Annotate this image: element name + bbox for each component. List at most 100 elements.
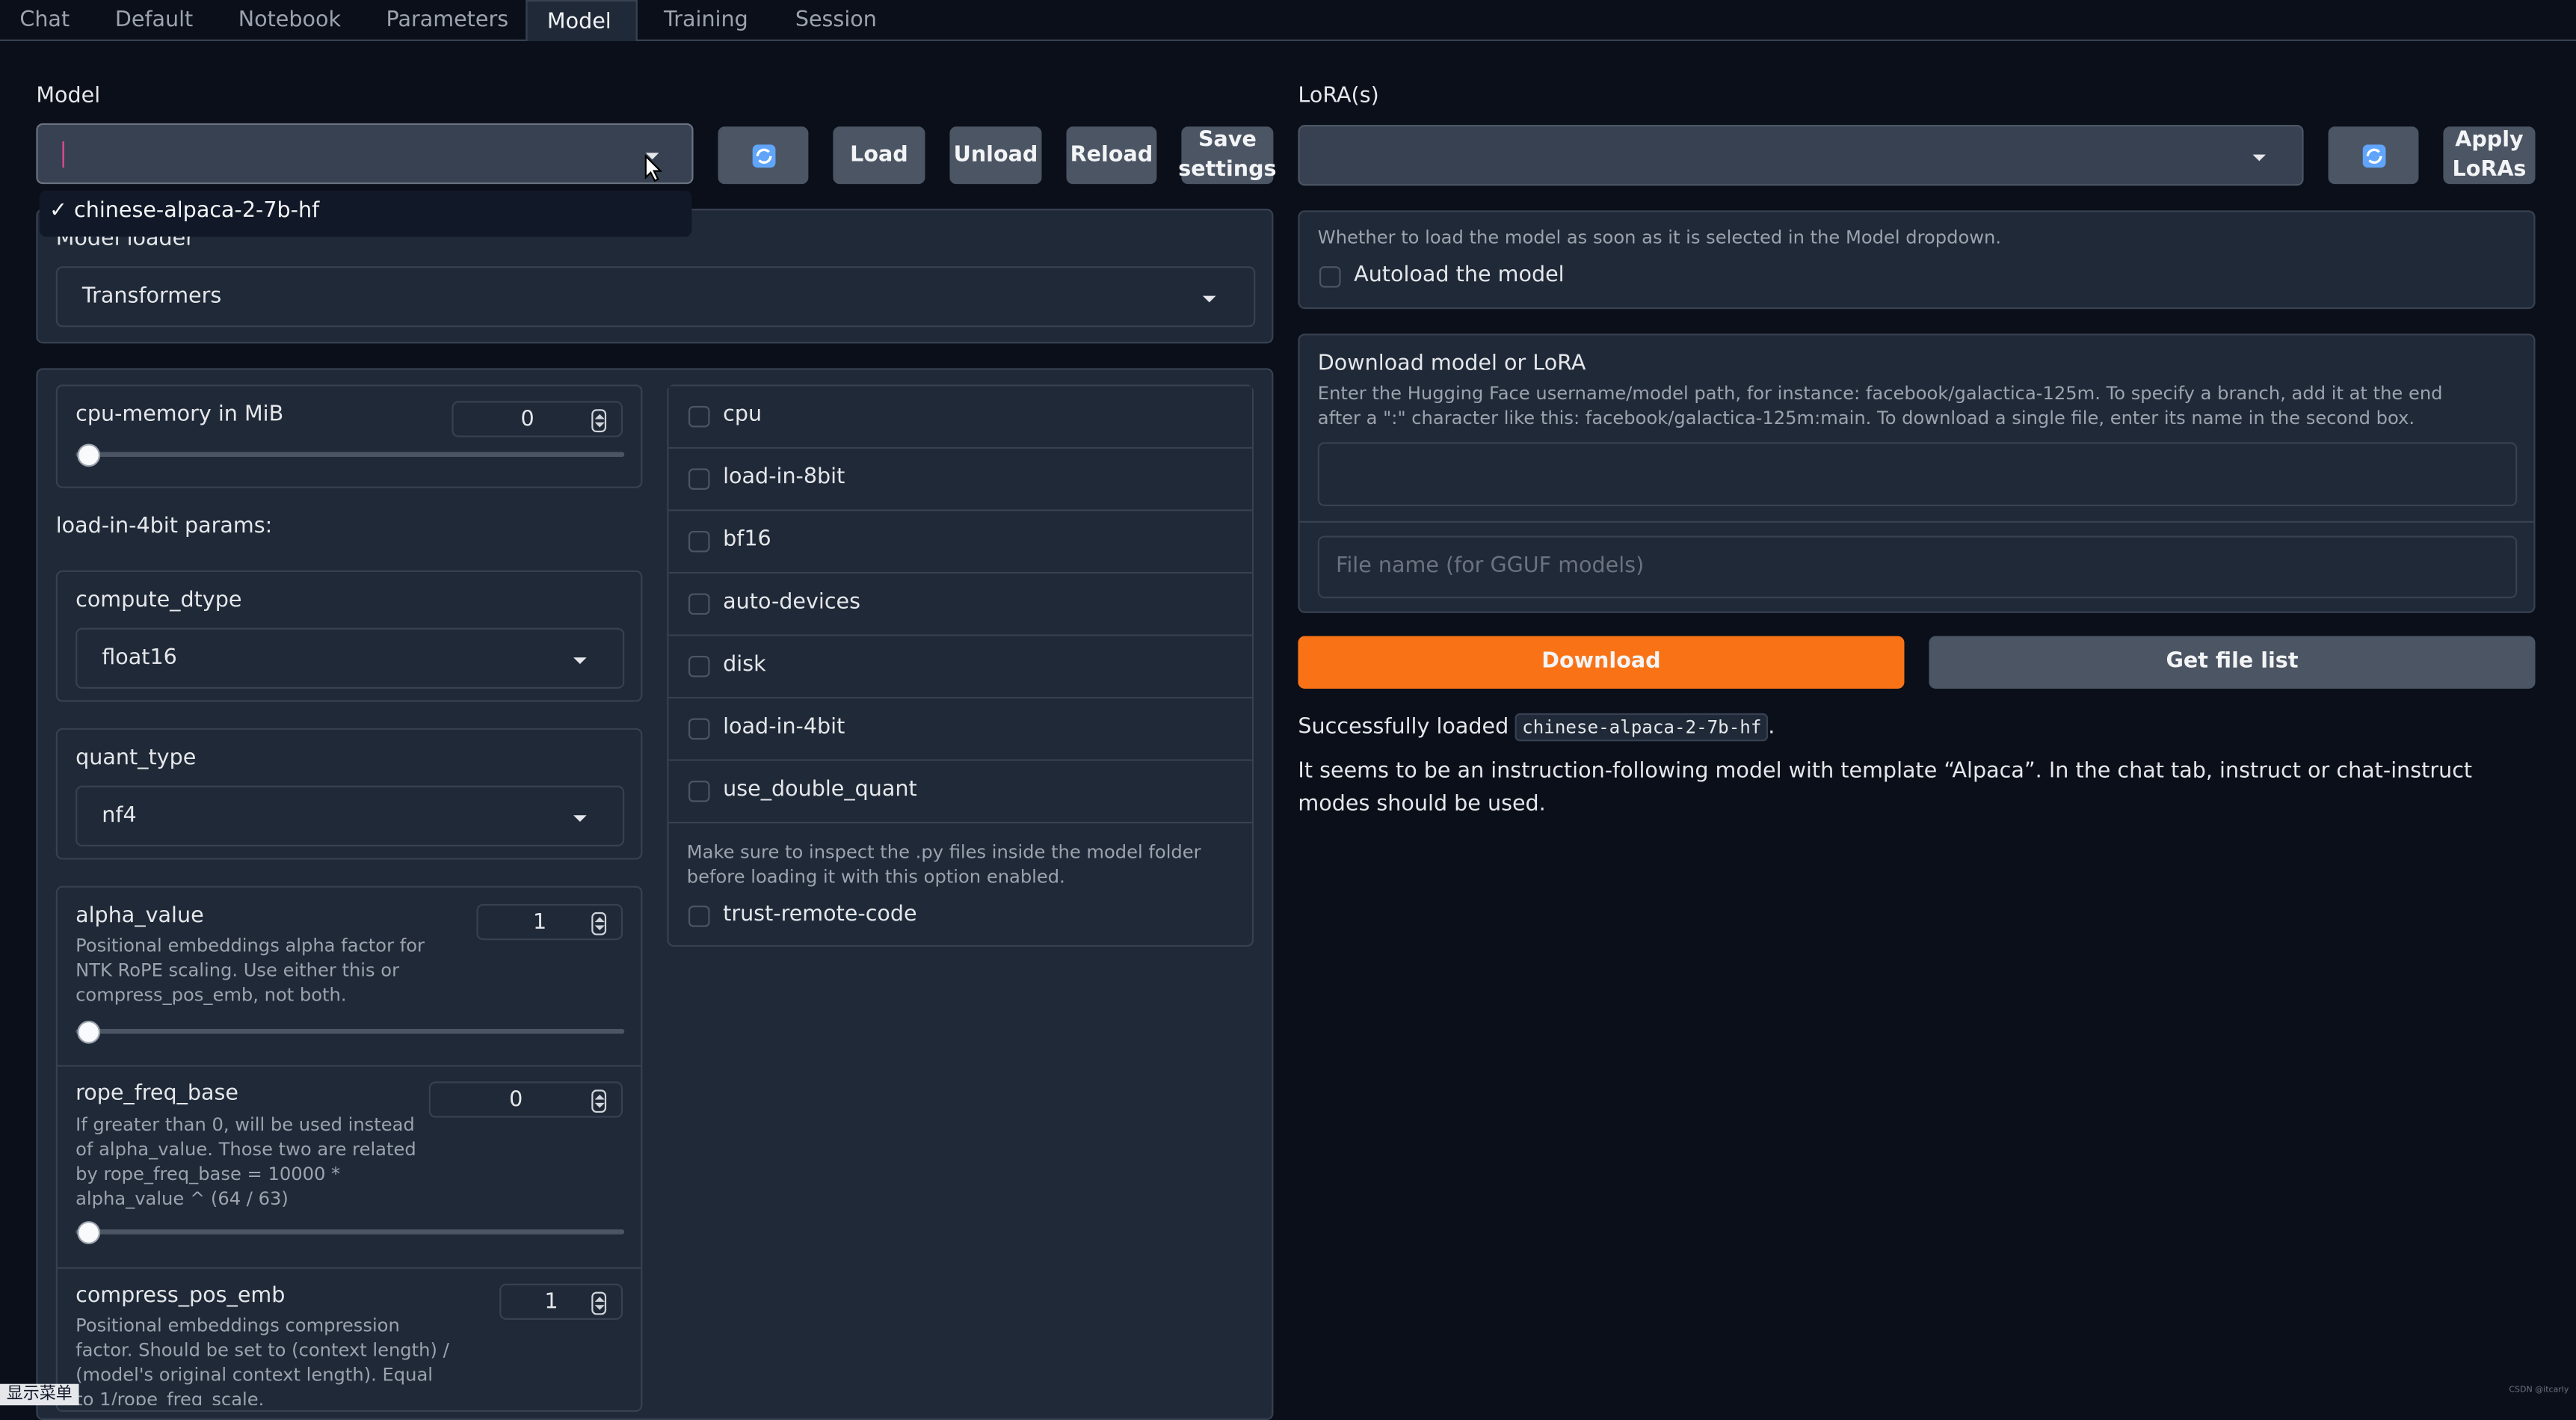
checkbox-row-cpu[interactable]: cpu <box>668 386 1252 449</box>
status-prefix: Successfully loaded <box>1298 715 1509 740</box>
compress-pos-emb-input[interactable]: 1 <box>499 1283 623 1320</box>
checkbox-trust-remote-code[interactable] <box>688 906 710 927</box>
alpha-value-label: alpha_value <box>76 903 204 929</box>
checkbox-cpu[interactable] <box>688 405 710 428</box>
rope-freq-base-slider[interactable] <box>76 1229 625 1235</box>
model-loader-select[interactable]: Transformers <box>55 266 1256 328</box>
apply-loras-button[interactable]: Apply LoRAs <box>2443 126 2536 185</box>
refresh-icon <box>2361 144 2385 167</box>
model-dropdown-overlay: ✓ chinese-alpaca-2-7b-hf <box>39 190 692 237</box>
cpu-memory-value: 0 <box>520 408 534 433</box>
checkbox-use-double-quant[interactable] <box>688 781 710 802</box>
checkbox-label: use_double_quant <box>723 777 917 802</box>
load-button[interactable]: Load <box>833 126 925 185</box>
checkbox-row-load-in-8bit[interactable]: load-in-8bit <box>668 449 1252 511</box>
get-file-list-button[interactable]: Get file list <box>1929 636 2536 689</box>
dropdown-option-chinese-alpaca[interactable]: ✓ chinese-alpaca-2-7b-hf <box>49 199 319 224</box>
cpu-memory-input[interactable]: 0 <box>452 401 623 437</box>
slider-thumb[interactable] <box>77 1020 101 1044</box>
file-name-placeholder: File name (for GGUF models) <box>1335 553 1645 579</box>
model-select[interactable] <box>36 123 694 185</box>
unload-button[interactable]: Unload <box>949 126 1042 185</box>
divider <box>57 1267 641 1269</box>
checkbox-row-use-double-quant[interactable]: use_double_quant <box>668 760 1252 824</box>
quant-type-select[interactable]: nf4 <box>76 785 625 846</box>
rope-freq-base-input[interactable]: 0 <box>428 1081 623 1118</box>
lora-select[interactable] <box>1298 125 2304 186</box>
refresh-icon <box>751 144 775 167</box>
tab-default[interactable]: Default <box>95 0 212 41</box>
checkbox-label: auto-devices <box>723 590 861 615</box>
slider-thumb[interactable] <box>77 1221 101 1244</box>
cpu-memory-slider[interactable] <box>76 452 625 458</box>
quant-type-block: quant_type nf4 <box>55 728 643 860</box>
compute-dtype-value: float16 <box>102 645 177 671</box>
checkbox-row-bf16[interactable]: bf16 <box>668 511 1252 574</box>
spinner-icon[interactable] <box>591 1291 607 1315</box>
watermark: CSDN @itcarly <box>2509 1385 2569 1396</box>
quant-type-label: quant_type <box>76 746 197 771</box>
alpha-value-value: 1 <box>532 910 547 935</box>
checkbox-row-disk[interactable]: disk <box>668 636 1252 699</box>
checkbox-auto-devices[interactable] <box>688 593 710 615</box>
checkbox-bf16[interactable] <box>688 530 710 553</box>
divider <box>57 1065 641 1067</box>
alpha-value-desc: Positional embeddings alpha factor for N… <box>76 935 425 1006</box>
rope-freq-base-label: rope_freq_base <box>76 1081 239 1107</box>
chevron-down-icon <box>1202 295 1216 303</box>
four-bit-params-label: load-in-4bit params: <box>55 514 273 539</box>
rope-freq-base-desc: If greater than 0, will be used instead … <box>76 1114 416 1210</box>
check-icon: ✓ <box>49 198 67 224</box>
tab-training[interactable]: Training <box>644 0 768 41</box>
lora-refresh-button[interactable] <box>2328 126 2419 185</box>
cpu-memory-block: cpu-memory in MiB 0 <box>55 384 643 488</box>
quant-type-value: nf4 <box>102 803 137 829</box>
lora-label: LoRA(s) <box>1298 84 1379 109</box>
compress-pos-emb-label: compress_pos_emb <box>76 1283 286 1309</box>
show-menu-button[interactable]: 显示菜单 <box>0 1383 79 1406</box>
alpha-value-slider[interactable] <box>76 1028 625 1034</box>
checkbox-load-in-4bit[interactable] <box>688 718 710 740</box>
alpha-value-input[interactable]: 1 <box>476 903 623 941</box>
model-loader-value: Transformers <box>81 284 222 310</box>
checkbox-group: cpu load-in-8bit bf16 auto-devices disk … <box>667 384 1254 947</box>
chevron-down-icon <box>573 657 587 664</box>
tab-notebook[interactable]: Notebook <box>218 0 360 41</box>
download-button[interactable]: Download <box>1298 636 1905 689</box>
checkbox-autoload[interactable] <box>1319 266 1341 288</box>
download-path-input[interactable] <box>1317 442 2518 506</box>
autoload-label: Autoload the model <box>1354 262 1565 288</box>
trust-remote-code-note: Make sure to inspect the .py files insid… <box>686 841 1201 888</box>
checkbox-load-in-8bit[interactable] <box>688 468 710 491</box>
file-name-input[interactable]: File name (for GGUF models) <box>1317 535 2518 599</box>
compute-dtype-select[interactable]: float16 <box>76 627 625 689</box>
tab-model[interactable]: Model <box>526 0 638 41</box>
checkbox-disk[interactable] <box>688 656 710 677</box>
compress-pos-emb-desc: Positional embeddings compression factor… <box>76 1315 449 1406</box>
tab-session[interactable]: Session <box>775 0 896 41</box>
download-desc: Enter the Hugging Face username/model pa… <box>1317 383 2443 429</box>
save-settings-button[interactable]: Save settings <box>1178 126 1277 185</box>
checkbox-label: cpu <box>723 402 762 428</box>
tab-parameters[interactable]: Parameters <box>366 0 528 41</box>
tab-chat[interactable]: Chat <box>0 0 90 41</box>
compute-dtype-block: compute_dtype float16 <box>55 570 643 702</box>
slider-thumb[interactable] <box>77 443 101 467</box>
download-title: Download model or LoRA <box>1317 351 1586 377</box>
spinner-icon[interactable] <box>591 912 607 935</box>
checkbox-row-load-in-4bit[interactable]: load-in-4bit <box>668 698 1252 761</box>
status-line: Successfully loaded chinese-alpaca-2-7b-… <box>1298 713 1775 742</box>
status-suffix: . <box>1768 715 1775 740</box>
cpu-memory-label: cpu-memory in MiB <box>76 402 284 428</box>
reload-button[interactable]: Reload <box>1066 126 1157 185</box>
model-refresh-button[interactable] <box>718 126 809 185</box>
checkbox-label: bf16 <box>723 527 771 553</box>
spinner-icon[interactable] <box>591 1089 607 1113</box>
tab-bar: Chat Default Notebook Parameters Model T… <box>0 0 2576 41</box>
spinner-icon[interactable] <box>591 409 607 433</box>
checkbox-label: disk <box>723 652 766 677</box>
checkbox-row-auto-devices[interactable]: auto-devices <box>668 574 1252 636</box>
model-label: Model <box>36 84 101 109</box>
autoload-panel: Whether to load the model as soon as it … <box>1298 210 2536 310</box>
status-model-code: chinese-alpaca-2-7b-hf <box>1515 713 1769 742</box>
